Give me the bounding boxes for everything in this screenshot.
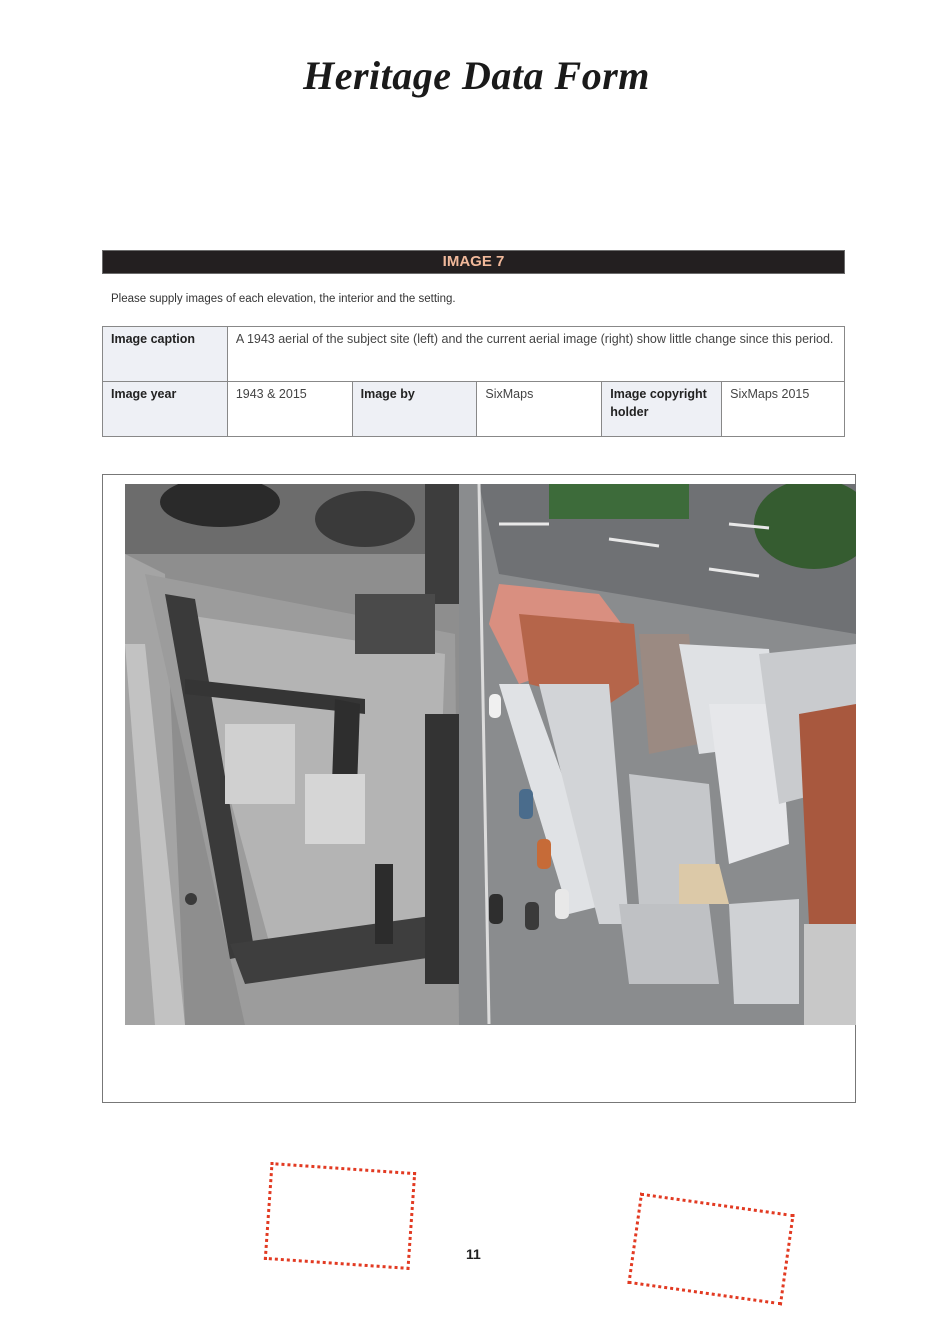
aerial-photo-2015: [459, 484, 856, 1025]
aerial-photo-2015-graphic: [459, 484, 856, 1025]
stamp-placeholder-right: [627, 1192, 795, 1306]
year-value: 1943 & 2015: [226, 381, 353, 437]
image-by-label: Image by: [351, 381, 478, 437]
attribution-row: Image year 1943 & 2015 Image by SixMaps …: [102, 381, 845, 437]
caption-value: A 1943 aerial of the subject site (left)…: [226, 326, 846, 382]
copyright-label: Image copyright holder: [601, 381, 723, 437]
aerial-photo-1943-graphic: [125, 484, 459, 1025]
section-instruction: Please supply images of each elevation, …: [111, 293, 456, 305]
caption-row: Image caption A 1943 aerial of the subje…: [102, 326, 846, 382]
caption-label: Image caption: [102, 326, 228, 382]
year-label: Image year: [102, 381, 228, 437]
stamp-placeholder-left: [263, 1162, 417, 1270]
image-by-value: SixMaps: [476, 381, 603, 437]
section-heading-bar: IMAGE 7: [102, 250, 845, 274]
page-number: 11: [466, 1246, 481, 1262]
image-details-table: Image caption A 1943 aerial of the subje…: [102, 326, 846, 437]
image-frame: [102, 474, 856, 1103]
copyright-value: SixMaps 2015: [721, 381, 845, 437]
aerial-photo-1943: [125, 484, 459, 1025]
page-title: Heritage Data Form: [303, 53, 650, 98]
